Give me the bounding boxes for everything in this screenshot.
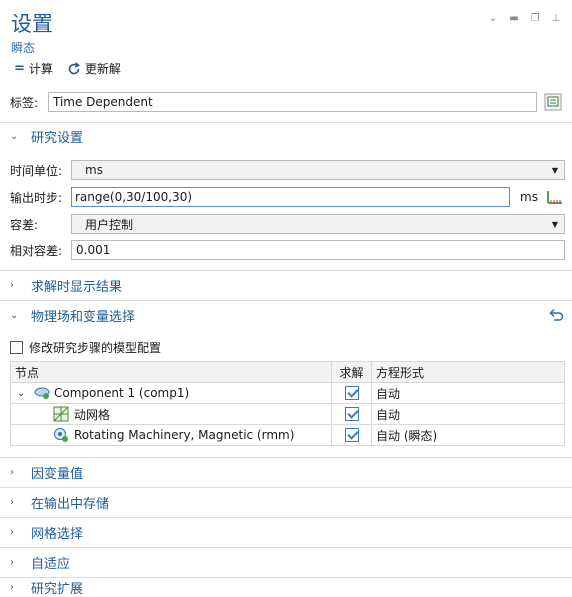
relative-tolerance-input[interactable]: 0.001 (71, 240, 565, 260)
time-unit-select[interactable]: ms ▼ (71, 160, 565, 180)
table-header-row: 节点 求解 方程形式 (10, 361, 565, 383)
update-solution-button[interactable]: 更新解 (67, 60, 121, 77)
range-icon[interactable] (546, 188, 564, 206)
modify-model-config-checkbox[interactable] (10, 341, 23, 354)
page-title: 设置 (11, 12, 53, 36)
window-controls: ⌄ ▬ ❐ ⊥ (487, 12, 562, 24)
node-cell: ⌄ Component 1 (comp1) (15, 386, 327, 400)
equation-form-cell[interactable]: 自动 (371, 403, 565, 425)
section-label: 物理场和变量选择 (31, 310, 136, 325)
physics-table: 节点 求解 方程形式 ⌄ Component 1 (comp1) 自动 动网格 … (10, 361, 565, 446)
section-study-settings[interactable]: ⌄ 研究设置 (0, 122, 572, 151)
time-unit-label: 时间单位: (10, 163, 63, 178)
section-label: 网格选择 (31, 527, 84, 542)
table-row[interactable]: Rotating Machinery, Magnetic (rmm) 自动 (瞬… (10, 424, 565, 446)
modify-model-config-label: 修改研究步骤的模型配置 (29, 341, 162, 355)
section-store-in-output[interactable]: › 在输出中存储 (0, 488, 572, 517)
chevron-down-icon: ⌄ (10, 131, 19, 142)
section-label: 在输出中存储 (31, 497, 110, 512)
chevron-right-icon: › (10, 527, 14, 538)
minimize-icon[interactable]: ▬ (508, 12, 520, 24)
dropdown-arrow-icon: ▼ (551, 165, 558, 175)
tolerance-row: 容差: 用户控制 ▼ (10, 214, 565, 234)
node-label: 动网格 (74, 407, 111, 422)
chevron-right-icon: › (10, 280, 14, 291)
chevron-right-icon: › (10, 557, 14, 568)
output-times-input[interactable]: range(0,30/100,30) (71, 187, 510, 207)
relative-tolerance-label: 相对容差: (10, 243, 63, 258)
compute-icon: = (14, 61, 25, 76)
column-header-form[interactable]: 方程形式 (371, 361, 565, 383)
chevron-down-icon[interactable]: ⌄ (17, 388, 29, 399)
page-subtitle: 瞬态 (11, 41, 36, 55)
section-physics-selection[interactable]: ⌄ 物理场和变量选择 (0, 301, 572, 330)
node-label: Rotating Machinery, Magnetic (rmm) (74, 428, 295, 442)
section-adaptation[interactable]: › 自适应 (0, 548, 572, 577)
output-times-row: 输出时步: range(0,30/100,30) ms (10, 187, 564, 207)
rotating-machinery-icon (54, 428, 68, 442)
section-study-extensions[interactable]: › 研究扩展 (0, 578, 572, 597)
chevron-down-icon: ⌄ (10, 310, 19, 321)
output-times-unit: ms (520, 190, 538, 204)
section-label: 求解时显示结果 (31, 280, 123, 295)
tolerance-value: 用户控制 (85, 217, 134, 232)
tolerance-select[interactable]: 用户控制 ▼ (71, 214, 565, 234)
compute-label: 计算 (28, 62, 53, 76)
pin-icon[interactable]: ⊥ (550, 12, 562, 24)
chevron-right-icon: › (10, 582, 14, 593)
section-label: 研究扩展 (31, 582, 84, 597)
update-solution-label: 更新解 (84, 62, 121, 76)
time-unit-value: ms (85, 163, 103, 177)
label-input[interactable]: Time Dependent (48, 92, 537, 112)
output-times-label: 输出时步: (10, 190, 63, 205)
section-mesh-selection[interactable]: › 网格选择 (0, 518, 572, 547)
reset-icon[interactable] (548, 308, 564, 322)
table-row[interactable]: ⌄ Component 1 (comp1) 自动 (10, 382, 565, 404)
solve-checkbox[interactable] (344, 407, 359, 422)
column-header-node[interactable]: 节点 (10, 361, 332, 383)
node-cell: 动网格 (15, 406, 327, 423)
column-header-solve[interactable]: 求解 (331, 361, 372, 383)
section-label: 因变量值 (31, 467, 84, 482)
chevron-right-icon: › (10, 467, 14, 478)
time-unit-row: 时间单位: ms ▼ (10, 160, 565, 180)
dropdown-arrow-icon: ▼ (551, 219, 558, 229)
equation-form-cell[interactable]: 自动 (瞬态) (371, 424, 565, 446)
component-icon (34, 387, 50, 399)
equation-form-cell[interactable]: 自动 (371, 382, 565, 404)
section-label: 研究设置 (31, 131, 84, 146)
solve-checkbox[interactable] (344, 428, 359, 443)
tolerance-label: 容差: (10, 217, 39, 232)
edit-description-icon[interactable] (544, 93, 562, 111)
section-label: 自适应 (31, 557, 71, 572)
label-row: 标签: Time Dependent (10, 92, 566, 112)
table-row[interactable]: 动网格 自动 (10, 403, 565, 425)
modify-model-config-row[interactable]: 修改研究步骤的模型配置 (10, 339, 161, 356)
restore-icon[interactable]: ❐ (529, 12, 541, 24)
node-label: Component 1 (comp1) (54, 386, 190, 400)
section-results-while-solving[interactable]: › 求解时显示结果 (0, 271, 572, 300)
moving-mesh-icon (53, 406, 69, 422)
node-cell: Rotating Machinery, Magnetic (rmm) (15, 427, 327, 443)
toolbar: = 计算 更新解 (14, 60, 121, 77)
compute-button[interactable]: = 计算 (14, 60, 53, 77)
refresh-icon (68, 61, 80, 74)
solve-checkbox[interactable] (344, 386, 359, 401)
label-field-label: 标签: (10, 95, 39, 110)
chevron-right-icon: › (10, 497, 14, 508)
relative-tolerance-row: 相对容差: 0.001 (10, 240, 565, 260)
chevron-down-icon[interactable]: ⌄ (487, 12, 499, 24)
section-dependent-values[interactable]: › 因变量值 (0, 458, 572, 487)
